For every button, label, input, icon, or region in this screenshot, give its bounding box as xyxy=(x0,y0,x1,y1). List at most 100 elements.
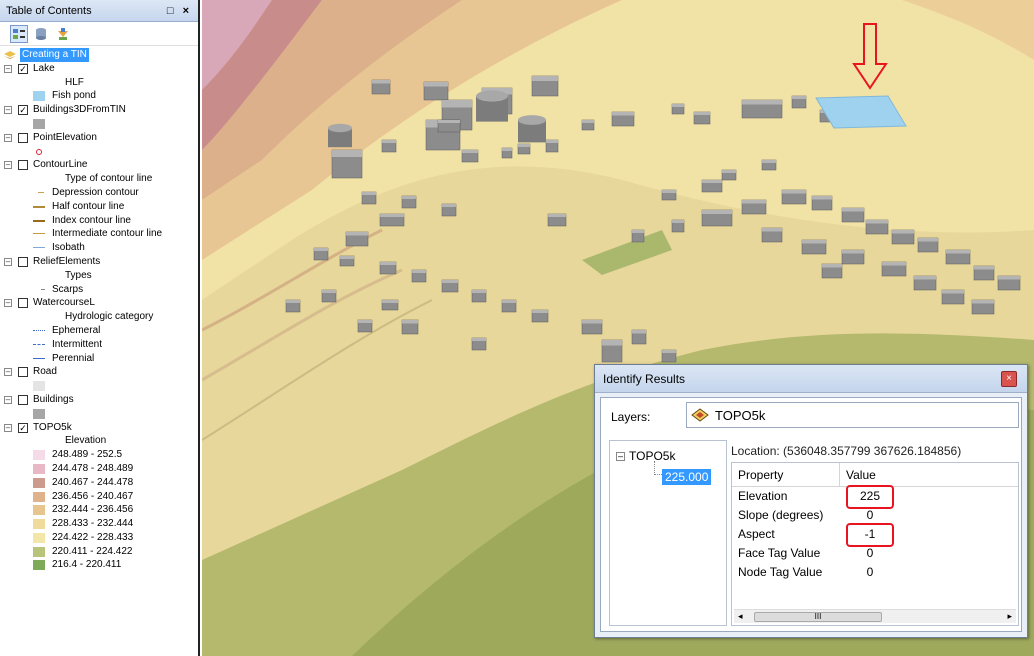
layer-row-buildings[interactable]: – Buildings xyxy=(0,393,198,407)
layer-row-watercoursel[interactable]: – WatercourseL xyxy=(0,296,198,310)
location-readout: Location: (536048.357799 367626.184856) xyxy=(731,444,962,458)
collapse-icon[interactable]: – xyxy=(4,423,12,432)
layer-name: Buildings3DFromTIN xyxy=(33,104,126,116)
layer-row-topo5k[interactable]: – ✓ TOPO5k xyxy=(0,421,198,435)
identify-tree: – TOPO5k 225.000 xyxy=(609,440,727,626)
scroll-thumb[interactable]: III xyxy=(754,611,882,622)
list-by-visibility-icon[interactable] xyxy=(54,25,72,43)
identify-titlebar[interactable]: Identify Results × xyxy=(595,365,1027,393)
layer-name: WatercourseL xyxy=(33,297,95,309)
building-roof xyxy=(362,192,376,195)
legend-swatch xyxy=(33,381,45,392)
building-roof xyxy=(742,200,766,204)
layer-name: PointElevation xyxy=(33,131,97,143)
layers-label: Layers: xyxy=(611,410,651,424)
building-roof xyxy=(974,266,994,270)
data-frame-icon xyxy=(4,51,16,59)
building-roof xyxy=(332,150,362,157)
column-header-property[interactable]: Property xyxy=(732,463,840,486)
collapse-icon[interactable]: – xyxy=(4,133,12,142)
table-row: Node Tag Value 0 xyxy=(738,565,874,579)
legend-heading: Types xyxy=(65,269,92,281)
legend-swatch xyxy=(33,408,45,419)
tree-child-node[interactable]: 225.000 xyxy=(662,469,712,485)
building-roof xyxy=(532,76,558,81)
list-by-drawing-order-icon[interactable] xyxy=(10,24,28,43)
legend-item: Index contour line xyxy=(0,214,198,228)
collapse-icon[interactable]: – xyxy=(4,368,12,377)
legend-item xyxy=(0,407,198,421)
collapse-icon[interactable]: – xyxy=(616,451,625,461)
building-roof xyxy=(402,320,418,324)
data-frame-row[interactable]: Creating a TIN xyxy=(0,48,198,62)
legend-item: Ephemeral xyxy=(0,324,198,338)
identify-body: Layers: TOPO5k – TOPO5k 225.000 Location… xyxy=(600,397,1022,632)
legend-swatch xyxy=(33,532,45,543)
layer-checkbox-buildings[interactable] xyxy=(18,394,28,405)
layer-checkbox-road[interactable] xyxy=(18,367,28,378)
building-roof xyxy=(782,190,806,194)
layer-checkbox-buildings3d[interactable]: ✓ xyxy=(18,105,28,116)
layer-checkbox-contourline[interactable] xyxy=(18,160,28,171)
layer-row-road[interactable]: – Road xyxy=(0,365,198,379)
collapse-icon[interactable]: – xyxy=(4,395,12,404)
layer-checkbox-lake[interactable]: ✓ xyxy=(18,63,28,74)
building-roof xyxy=(582,320,602,324)
layer-row-lake[interactable]: – ✓ Lake xyxy=(0,62,198,76)
collapse-icon[interactable]: – xyxy=(4,106,12,115)
building-roof xyxy=(286,300,300,303)
building-roof xyxy=(582,120,594,123)
layer-row-contourline[interactable]: – ContourLine xyxy=(0,158,198,172)
legend-item: 228.433 - 232.444 xyxy=(0,517,198,531)
layer-row-buildings3d[interactable]: – ✓ Buildings3DFromTIN xyxy=(0,103,198,117)
scroll-left-icon[interactable]: ◂ xyxy=(738,611,743,622)
toc-window-buttons[interactable]: □ × xyxy=(167,5,192,17)
layer-checkbox-watercoursel[interactable] xyxy=(18,298,28,309)
building-roof xyxy=(822,264,842,268)
collapse-icon[interactable]: – xyxy=(4,299,12,308)
building-roof xyxy=(702,180,722,183)
building-roof xyxy=(694,112,710,115)
building-roof xyxy=(442,280,458,283)
building-roof xyxy=(942,290,964,294)
legend-swatch xyxy=(33,560,45,571)
horizontal-scrollbar[interactable]: ◂ III ▸ xyxy=(734,609,1016,623)
layer-checkbox-reliefelements[interactable] xyxy=(18,256,28,267)
legend-item: Half contour line xyxy=(0,200,198,214)
building-roof xyxy=(632,330,646,334)
layers-dropdown[interactable]: TOPO5k xyxy=(686,402,1019,428)
layer-row-reliefelements[interactable]: – ReliefElements xyxy=(0,255,198,269)
legend-item: Intermediate contour line xyxy=(0,227,198,241)
building-roof xyxy=(972,300,994,304)
building-roof xyxy=(346,232,368,236)
properties-table: Property Value Elevation 225 Slope (degr… xyxy=(731,462,1019,626)
column-header-value[interactable]: Value xyxy=(840,463,876,486)
list-by-source-icon[interactable] xyxy=(32,25,50,43)
layer-checkbox-pointelevation[interactable] xyxy=(18,132,28,143)
point-symbol-icon xyxy=(36,148,42,155)
building-roof xyxy=(438,120,460,123)
collapse-icon[interactable]: – xyxy=(4,64,12,73)
layer-checkbox-topo5k[interactable]: ✓ xyxy=(18,422,28,433)
legend-item: 224.422 - 228.433 xyxy=(0,531,198,545)
legend-swatch xyxy=(33,519,45,530)
building-roof xyxy=(462,150,478,153)
tree-root-node[interactable]: – TOPO5k xyxy=(616,449,675,463)
collapse-icon[interactable]: – xyxy=(4,257,12,266)
building-roof xyxy=(672,104,684,107)
layer-row-pointelevation[interactable]: – PointElevation xyxy=(0,131,198,145)
legend-swatch xyxy=(33,91,45,102)
collapse-icon[interactable]: – xyxy=(4,161,12,170)
close-icon[interactable]: × xyxy=(1001,370,1017,387)
legend-item xyxy=(0,145,198,159)
building-roof xyxy=(380,214,404,217)
legend-item: Scarps xyxy=(0,283,198,297)
building-roof xyxy=(358,320,372,323)
scroll-right-icon[interactable]: ▸ xyxy=(1007,611,1012,622)
building-roof xyxy=(424,82,448,87)
building-roof xyxy=(918,238,938,242)
building-cylinder-top xyxy=(476,90,508,102)
toc-titlebar: Table of Contents □ × xyxy=(0,0,198,22)
table-row: Elevation 225 xyxy=(732,485,1018,509)
building-roof xyxy=(946,250,970,254)
